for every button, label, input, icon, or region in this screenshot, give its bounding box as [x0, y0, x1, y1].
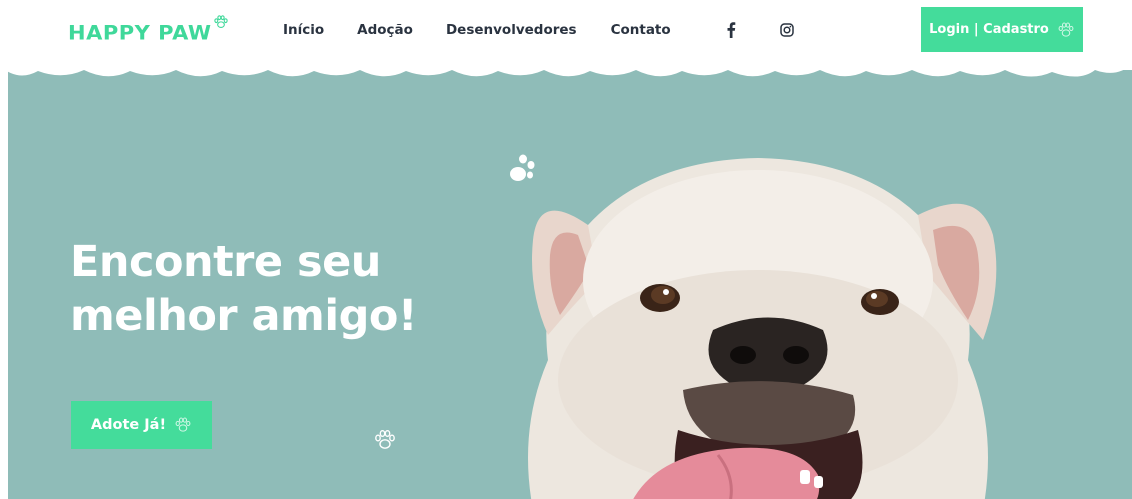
top-navbar: HAPPY PAW Início Adoção Desenvolvedores … — [0, 0, 1132, 70]
paw-outline-icon — [375, 430, 395, 449]
adopt-now-label: Adote Já! — [90, 417, 167, 433]
login-register-label: Login | Cadastro — [929, 22, 1049, 37]
login-register-button[interactable]: Login | Cadastro — [921, 7, 1083, 52]
adopt-now-button[interactable]: Adote Já! — [71, 401, 212, 449]
paw-outline-icon — [175, 417, 191, 432]
main-nav: Início Adoção Desenvolvedores Contato — [283, 21, 671, 39]
bulldog-photo — [528, 158, 997, 499]
nav-link-adocao[interactable]: Adoção — [357, 21, 413, 39]
hero-section: Encontre seu melhor amigo! Adote Já! — [8, 60, 1132, 499]
brand-logo[interactable]: HAPPY PAW — [68, 15, 229, 48]
instagram-icon[interactable] — [777, 20, 797, 40]
hero-title: Encontre seu melhor amigo! — [70, 235, 470, 343]
nav-link-desenvolvedores[interactable]: Desenvolvedores — [446, 21, 577, 39]
nav-link-contato[interactable]: Contato — [611, 21, 671, 39]
facebook-icon[interactable] — [721, 20, 741, 40]
paw-outline-icon — [1058, 22, 1074, 37]
logo-text: HAPPY PAW — [68, 21, 212, 45]
nav-link-inicio[interactable]: Início — [283, 21, 324, 39]
paw-outline-icon — [213, 15, 228, 28]
hero-title-line-2: melhor amigo! — [70, 291, 418, 341]
hero-title-line-1: Encontre seu — [70, 237, 381, 287]
